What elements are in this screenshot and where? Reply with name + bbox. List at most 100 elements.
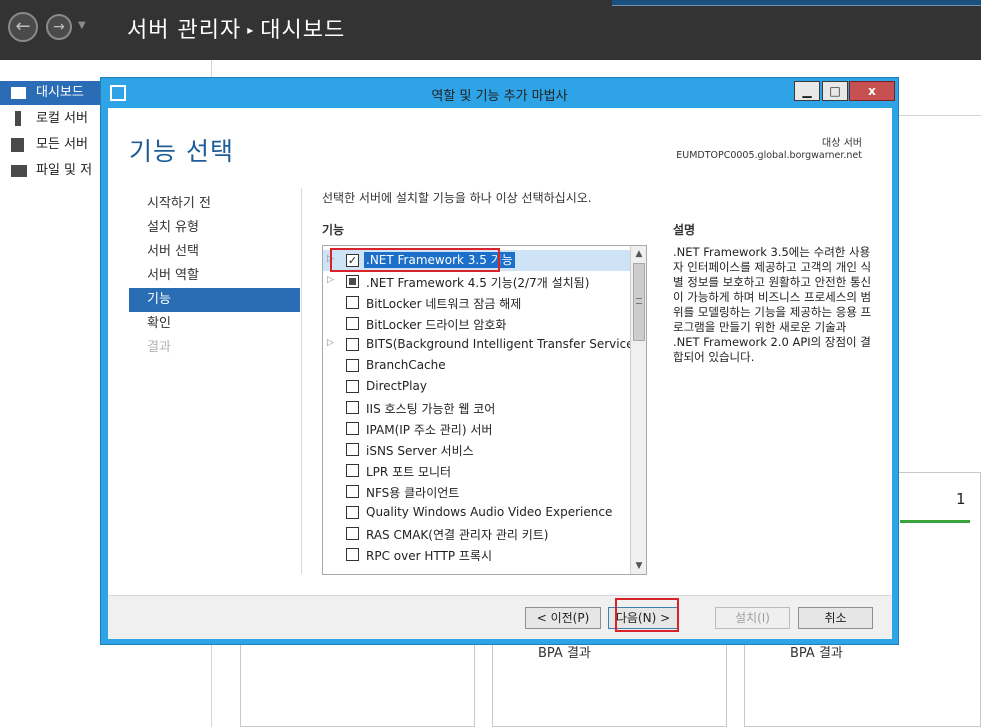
feature-description: .NET Framework 3.5에는 수려한 사용자 인터페이스를 제공하고… [673,245,872,364]
sidebar-item-label: 로컬 서버 [36,111,88,126]
scroll-up-arrow-icon[interactable]: ▲ [631,246,646,262]
scroll-thumb[interactable] [633,263,645,341]
step-server-roles[interactable]: 서버 역할 [129,264,300,288]
wizard-titlebar[interactable]: 역할 및 기능 추가 마법사 ▁ □ x [101,78,898,108]
step-confirmation[interactable]: 확인 [129,312,300,336]
back-arrow-icon[interactable]: ← [8,12,38,42]
feature-item[interactable]: NFS용 클라이언트 [323,481,630,502]
step-server-selection[interactable]: 서버 선택 [129,240,300,264]
step-installation-type[interactable]: 설치 유형 [129,216,300,240]
feature-checkbox[interactable] [346,443,359,456]
servers-icon [11,138,24,152]
feature-label[interactable]: DirectPlay [366,379,427,393]
feature-checkbox[interactable] [346,296,359,309]
destination-server-value: EUMDTOPC0005.global.borgwarner.net [676,150,862,161]
file-storage-icon [11,165,27,177]
feature-checkbox[interactable] [346,275,359,288]
minimize-button[interactable]: ▁ [794,81,820,101]
step-before-you-begin[interactable]: 시작하기 전 [129,192,300,216]
feature-checkbox[interactable] [346,464,359,477]
feature-checkbox[interactable] [346,506,359,519]
feature-item[interactable]: IPAM(IP 주소 관리) 서버 [323,418,630,439]
step-features[interactable]: 기능 [129,288,300,312]
description-heading: 설명 [673,223,696,237]
history-dropdown-icon[interactable]: ▼ [78,20,86,31]
feature-item[interactable]: DirectPlay [323,376,630,397]
feature-label[interactable]: BITS(Background Intelligent Transfer Ser… [366,337,638,351]
feature-item[interactable]: LPR 포트 모니터 [323,460,630,481]
wizard-heading: 기능 선택 [129,137,234,166]
feature-label[interactable]: BitLocker 네트워크 잠금 해제 [366,295,521,312]
feature-checkbox[interactable] [346,359,359,372]
sidebar-item-dashboard[interactable]: 대시보드 [0,81,100,105]
step-results: 결과 [147,340,171,355]
cancel-button[interactable]: 취소 [798,607,873,629]
previous-button[interactable]: < 이전(P) [525,607,601,629]
scroll-down-arrow-icon[interactable]: ▼ [631,558,646,574]
destination-server-label: 대상 서버 [822,138,862,149]
feature-label[interactable]: BitLocker 드라이브 암호화 [366,316,506,333]
close-button[interactable]: x [849,81,895,101]
wizard-app-icon [110,85,126,101]
feature-item[interactable]: RAS CMAK(연결 관리자 관리 키트) [323,523,630,544]
feature-item[interactable]: RPC over HTTP 프록시 [323,544,630,565]
sidebar-item-label: 모든 서버 [36,137,88,152]
maximize-button[interactable]: □ [822,81,848,101]
breadcrumb-separator: ▸ [247,23,255,37]
feature-checkbox[interactable] [346,401,359,414]
features-list[interactable]: RPC over HTTP 프록시 RAS CMAK(연결 관리자 관리 키트) Q… [322,245,647,575]
server-icon [15,111,21,126]
steps-divider [301,188,302,574]
wizard-footer: < 이전(P) 다음(N) > 설치(I) 취소 [108,595,892,639]
forward-arrow-icon[interactable]: → [46,14,72,40]
instruction-text: 선택한 서버에 설치할 기능을 하나 이상 선택하십시오. [322,191,592,205]
feature-item[interactable]: iSNS Server 서비스 [323,439,630,460]
server-manager-header: ← → ▼ 서버 관리자 ▸ 대시보드 [0,0,981,60]
feature-checkbox[interactable] [346,527,359,540]
highlight-next [615,598,679,632]
feature-checkbox[interactable] [346,485,359,498]
grip-icon [636,298,642,304]
feature-label[interactable]: RPC over HTTP 프록시 [366,547,492,564]
feature-label[interactable]: IIS 호스팅 가능한 웹 코어 [366,400,495,417]
feature-label[interactable]: LPR 포트 모니터 [366,463,451,480]
expand-arrow-icon[interactable]: ▷ [327,275,334,285]
sidebar-item-label: 대시보드 [36,85,84,100]
add-roles-features-wizard: 역할 및 기능 추가 마법사 ▁ □ x 기능 선택 대상 서버 EUMDTOP… [100,77,899,645]
wizard-steps: 시작하기 전 설치 유형 서버 선택 서버 역할 기능 확인 결과 [129,192,300,360]
page-title: 서버 관리자 ▸ 대시보드 [127,12,345,44]
features-scrollbar[interactable]: ▲ ▼ [630,246,646,574]
feature-item[interactable]: Quality Windows Audio Video Experience [323,502,630,523]
dashboard-icon [11,87,26,99]
breadcrumb-page: 대시보드 [260,18,346,43]
sidebar-item-label: 파일 및 저 [36,163,93,178]
feature-item[interactable]: BranchCache [323,355,630,376]
feature-item[interactable]: IIS 호스팅 가능한 웹 코어 [323,397,630,418]
feature-checkbox[interactable] [346,380,359,393]
install-button: 설치(I) [715,607,790,629]
feature-checkbox[interactable] [346,422,359,435]
feature-item[interactable]: ▷ .NET Framework 4.5 기능(2/7개 설치됨) [323,271,630,292]
feature-checkbox[interactable] [346,548,359,561]
highlight-net35 [330,248,500,272]
tile-count: 1 [956,490,966,508]
wizard-body: 기능 선택 대상 서버 EUMDTOPC0005.global.borgwarn… [108,108,892,639]
feature-checkbox[interactable] [346,317,359,330]
feature-label[interactable]: IPAM(IP 주소 관리) 서버 [366,421,492,438]
feature-label[interactable]: BranchCache [366,358,446,372]
feature-label[interactable]: Quality Windows Audio Video Experience [366,505,612,519]
tile-status-bar [900,520,970,523]
feature-checkbox[interactable] [346,338,359,351]
features-heading: 기능 [322,223,345,237]
feature-label[interactable]: NFS용 클라이언트 [366,484,459,501]
feature-item[interactable]: BitLocker 네트워크 잠금 해제 [323,292,630,313]
app-title: 서버 관리자 [127,18,242,43]
top-accent-bar [612,0,981,6]
feature-item[interactable]: ▷ BITS(Background Intelligent Transfer Se… [323,334,638,355]
feature-label[interactable]: .NET Framework 4.5 기능(2/7개 설치됨) [366,274,589,291]
feature-label[interactable]: RAS CMAK(연결 관리자 관리 키트) [366,526,548,543]
expand-arrow-icon[interactable]: ▷ [327,338,334,348]
wizard-title: 역할 및 기능 추가 마법사 [431,89,568,104]
feature-label[interactable]: iSNS Server 서비스 [366,442,474,459]
feature-item[interactable]: BitLocker 드라이브 암호화 [323,313,630,334]
